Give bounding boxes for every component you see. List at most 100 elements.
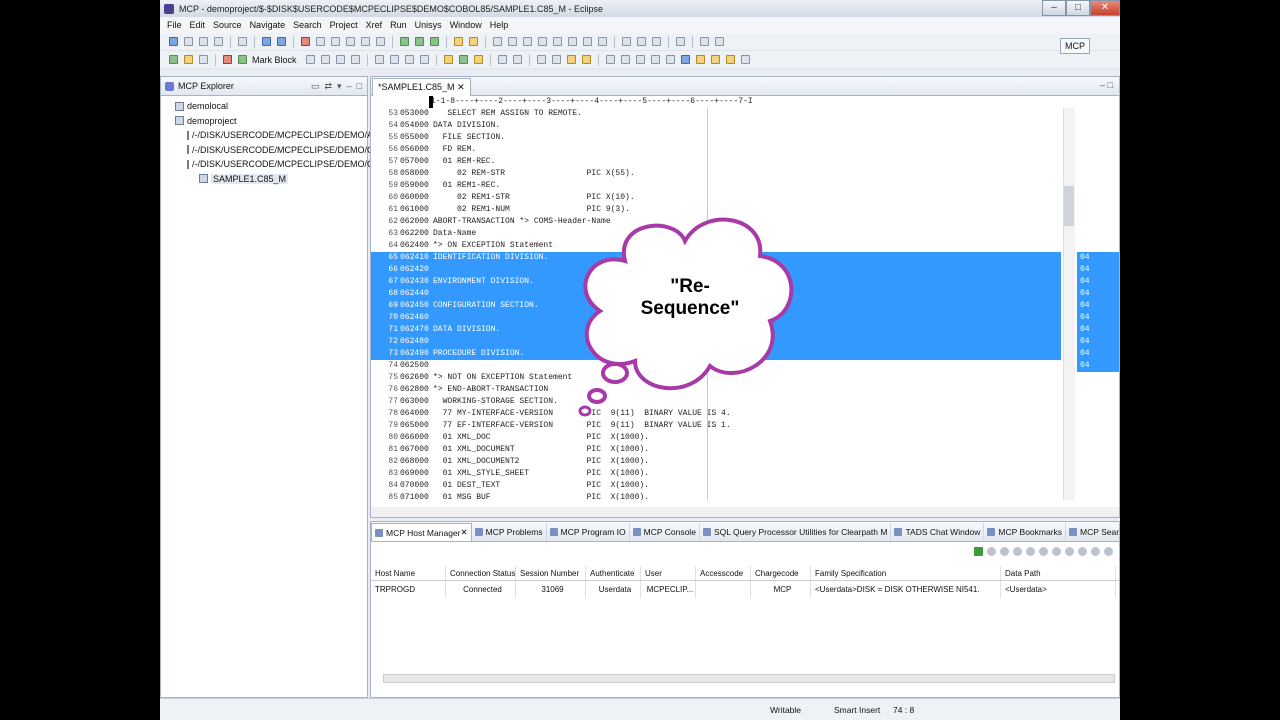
link-editor-icon[interactable]: ⇄ [324,81,332,92]
column-header[interactable]: Family Specification [811,566,1001,580]
tree-item[interactable]: /-/DISK/USERCODE/MCPECLIPSE/DEMO/COBOL85 [161,157,409,172]
scrollbar-thumb[interactable] [1064,186,1074,226]
lock-open-icon[interactable] [710,55,720,64]
library-icon[interactable] [512,55,522,64]
vertical-scrollbar[interactable] [1063,108,1075,500]
binder-icon[interactable] [497,55,507,64]
list-icon[interactable] [665,55,675,64]
connect-host-icon[interactable] [987,547,996,556]
merge-icon[interactable] [583,37,592,46]
tab-tads-chat-window[interactable]: TADS Chat Window [891,523,985,541]
maximize-button[interactable]: □ [1066,0,1090,16]
disconnect-host-icon[interactable] [1000,547,1009,556]
compile-icon[interactable] [458,55,468,64]
open-folder-icon[interactable] [454,37,463,46]
menu-source[interactable]: Source [209,20,246,30]
menu-window[interactable]: Window [446,20,486,30]
explorer-title[interactable]: MCP Explorer [178,81,234,91]
column-header[interactable]: Accesscode [696,566,751,580]
history-icon[interactable] [568,37,577,46]
refresh-host-icon[interactable] [1039,547,1048,556]
column-header[interactable]: Session Number [516,566,586,580]
column-header[interactable]: Chargecode [751,566,811,580]
close-tab-icon[interactable]: ✕ [457,82,465,92]
run-icon[interactable] [415,37,424,46]
compare-icon[interactable] [553,37,562,46]
minimize-button[interactable]: – [1042,0,1066,16]
tab-mcp-bookmarks[interactable]: MCP Bookmarks [984,523,1067,541]
format-icon[interactable] [622,37,631,46]
menu-edit[interactable]: Edit [186,20,210,30]
column-header[interactable]: User [641,566,696,580]
sequence-icon[interactable] [374,55,384,64]
find-icon[interactable] [361,37,370,46]
note-icon[interactable] [725,55,735,64]
table-horizontal-scrollbar[interactable] [383,674,1115,683]
block-copy-icon[interactable] [305,55,315,64]
save-icon[interactable] [184,37,193,46]
external-tools-icon[interactable] [430,37,439,46]
code-line[interactable]: 85 071000 01 MSG BUF PIC X(1000). [371,492,1119,500]
menu-unisys[interactable]: Unisys [411,20,446,30]
tab-mcp-host-manager[interactable]: MCP Host Manager ✕ [371,523,472,541]
delete-host-icon[interactable] [1026,547,1035,556]
transfer-icon[interactable] [184,55,193,64]
menu-file[interactable]: File [163,20,186,30]
collapse-icon[interactable] [1078,547,1087,556]
column-header[interactable]: Data Path [1001,566,1116,580]
build-icon[interactable] [262,37,271,46]
menu-run[interactable]: Run [386,20,411,30]
tree-item[interactable]: SAMPLE1.C85_M [161,172,367,187]
add-host-icon[interactable] [974,547,983,556]
code-line[interactable]: 55 055000 FILE SECTION. [371,132,1119,144]
code-line[interactable]: 54 054000 DATA DIVISION. [371,120,1119,132]
menu-xref[interactable]: Xref [362,20,387,30]
archive-icon[interactable] [473,55,483,64]
sync-icon[interactable] [508,37,517,46]
expand-icon[interactable] [1091,547,1100,556]
prev-annotation-icon[interactable] [551,55,561,64]
comment-icon[interactable] [637,37,646,46]
save-all-icon[interactable] [199,37,208,46]
refresh-icon[interactable] [493,37,502,46]
edit-host-icon[interactable] [1013,547,1022,556]
branch-icon[interactable] [598,37,607,46]
maximize-editor-icon[interactable]: □ [1108,80,1113,90]
clipboard-icon[interactable] [695,55,705,64]
code-line[interactable]: 53 053000 SELECT REM ASSIGN TO REMOTE. [371,108,1119,120]
column-header[interactable]: Connection Status [446,566,516,580]
toggle-icon[interactable] [652,37,661,46]
minimize-editor-icon[interactable]: – [1100,80,1105,90]
next-annotation-icon[interactable] [536,55,546,64]
perspective-mcp-button[interactable]: MCP [1060,38,1090,54]
tree-item[interactable]: demolocal [161,99,367,114]
editor-horizontal-scrollbar[interactable] [371,507,1119,517]
tab-mcp-program-io[interactable]: MCP Program IO [547,523,630,541]
minimize-icon[interactable]: – [347,81,352,92]
tree-item[interactable]: /-/DISK/USERCODE/MCPECLIPSE/DEMO/ALGOL [161,128,397,143]
pin-icon[interactable] [605,55,615,64]
tools-icon[interactable] [316,37,325,46]
tree-item[interactable]: /-/DISK/USERCODE/MCPECLIPSE/DEMO/COBOL74 [161,143,409,158]
properties-icon[interactable] [1104,547,1113,556]
back-icon[interactable] [566,55,576,64]
xref-icon[interactable] [277,37,286,46]
column-header[interactable]: Host Name [371,566,446,580]
folder-icon[interactable] [443,55,453,64]
paste-icon[interactable] [346,37,355,46]
menu-help[interactable]: Help [486,20,513,30]
code-line[interactable]: 56 056000 FD REM. [371,144,1119,156]
block-shift-icon[interactable] [350,55,360,64]
menu-navigate[interactable]: Navigate [246,20,290,30]
split-icon[interactable] [620,55,630,64]
view-menu-icon[interactable]: ▾ [337,81,342,92]
close-button[interactable]: ✕ [1090,0,1120,16]
settings-icon[interactable] [740,55,750,64]
star-icon[interactable] [680,55,690,64]
menu-search[interactable]: Search [289,20,326,30]
table-icon[interactable] [650,55,660,64]
code-line[interactable]: 83 069000 01 XML_STYLE_SHEET PIC X(1000). [371,468,1119,480]
copy-icon[interactable] [331,37,340,46]
block-delete-icon[interactable] [335,55,345,64]
layout-icon[interactable] [715,37,724,46]
